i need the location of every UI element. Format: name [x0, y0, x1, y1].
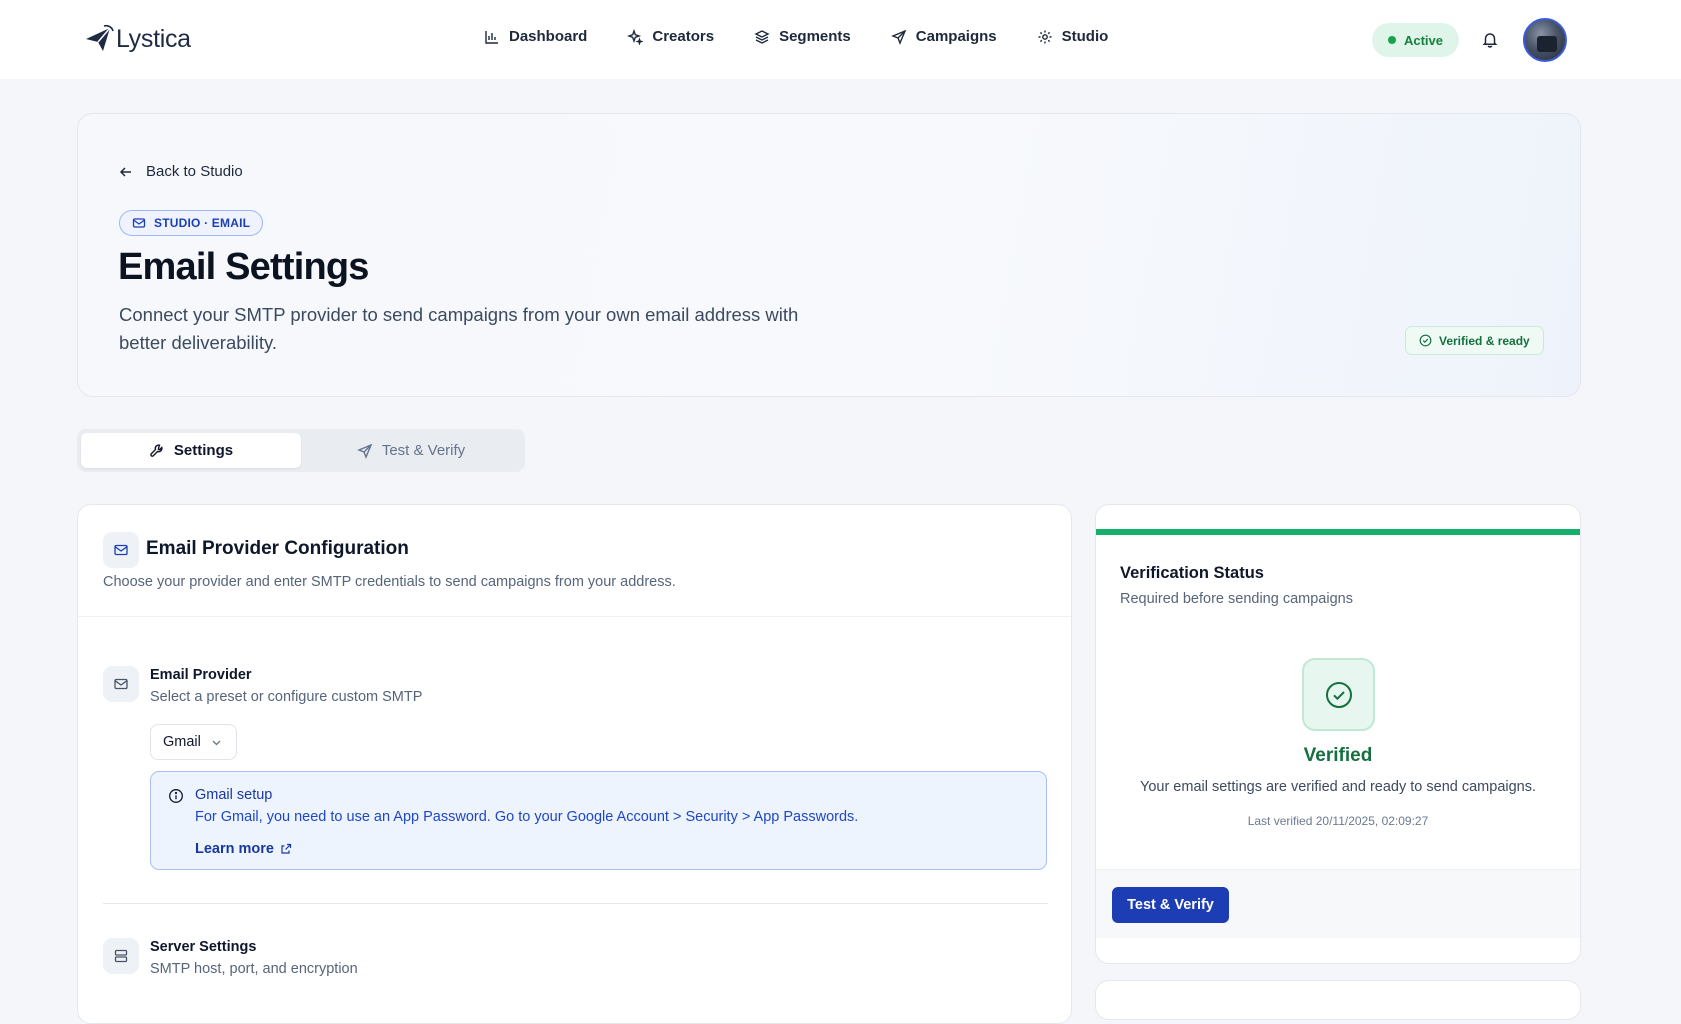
- breadcrumb-label: STUDIO · EMAIL: [154, 216, 251, 230]
- config-icon-box: [103, 532, 139, 568]
- account-status-badge: Active: [1372, 23, 1459, 57]
- provider-section-title: Email Provider: [150, 667, 252, 683]
- nav-item-label: Creators: [652, 28, 715, 45]
- brand-logo[interactable]: Lystica: [84, 24, 191, 54]
- provider-section-description: Select a preset or configure custom SMTP: [150, 689, 423, 705]
- notice-text: For Gmail, you need to use an App Passwo…: [195, 809, 859, 825]
- check-circle-icon: [1325, 681, 1352, 708]
- server-section-title: Server Settings: [150, 939, 257, 955]
- nav-item-creators[interactable]: Creators: [627, 28, 714, 45]
- settings-tabs: Settings Test & Verify: [77, 429, 525, 472]
- mail-icon: [114, 544, 128, 556]
- check-circle-icon: [1419, 334, 1432, 347]
- brand-name: Lystica: [116, 24, 191, 53]
- provider-icon-box: [103, 666, 139, 702]
- email-provider-select[interactable]: Gmail: [150, 724, 237, 760]
- learn-more-link[interactable]: Learn more: [195, 841, 292, 857]
- verified-chip-label: Verified & ready: [1439, 333, 1530, 348]
- verified-status-chip: Verified & ready: [1405, 326, 1544, 355]
- tab-settings[interactable]: Settings: [81, 433, 301, 468]
- back-link-label: Back to Studio: [146, 163, 243, 180]
- verification-state: Verified: [1303, 745, 1373, 766]
- send-icon: [890, 29, 907, 45]
- nav-item-campaigns[interactable]: Campaigns: [890, 28, 997, 45]
- external-link-icon: [281, 843, 292, 854]
- email-provider-configuration-card: Email Provider Configuration Choose your…: [77, 504, 1072, 1024]
- verification-title: Verification Status: [1120, 564, 1264, 582]
- tab-label: Test & Verify: [381, 442, 466, 459]
- status-accent-bar: [1096, 529, 1580, 535]
- paper-plane-logo-icon: [86, 24, 114, 51]
- learn-more-label: Learn more: [195, 841, 274, 857]
- gear-icon: [1038, 30, 1052, 43]
- arrow-left-icon: [119, 166, 131, 177]
- config-title: Email Provider Configuration: [146, 538, 409, 559]
- server-icon: [114, 949, 128, 963]
- config-description: Choose your provider and enter SMTP cred…: [103, 574, 676, 590]
- layers-icon: [754, 29, 770, 44]
- secondary-card: [1095, 980, 1581, 1020]
- server-icon-box: [103, 938, 139, 974]
- section-breadcrumb-badge: STUDIO · EMAIL: [119, 210, 264, 236]
- test-and-verify-button[interactable]: Test & Verify: [1112, 887, 1229, 923]
- info-icon: [169, 789, 183, 803]
- bell-icon[interactable]: [1481, 30, 1499, 48]
- nav-item-label: Segments: [779, 28, 851, 45]
- verified-badge: [1302, 658, 1375, 731]
- divider: [78, 616, 1071, 617]
- mail-icon: [132, 218, 146, 228]
- nav-item-label: Campaigns: [915, 28, 997, 45]
- chevron-down-icon: [212, 740, 221, 745]
- notice-title: Gmail setup: [195, 787, 273, 803]
- wrench-icon: [150, 443, 163, 457]
- nav-item-label: Dashboard: [509, 28, 588, 45]
- verification-message: Your email settings are verified and rea…: [1139, 779, 1537, 795]
- sparkles-icon: [627, 28, 644, 45]
- page-subtitle: Connect your SMTP provider to send campa…: [119, 304, 799, 353]
- top-navigation-bar: Lystica Dashboard Creators Segments Camp…: [0, 0, 1681, 79]
- status-dot-icon: [1387, 36, 1396, 44]
- page-title: Email Settings: [118, 246, 369, 288]
- status-label: Active: [1403, 32, 1444, 48]
- nav-item-label: Studio: [1061, 28, 1109, 45]
- divider: [103, 903, 1048, 904]
- verification-card-footer: Test & Verify: [1096, 869, 1580, 938]
- tab-label: Settings: [173, 442, 234, 459]
- last-verified-timestamp: Last verified 20/11/2025, 02:09:27: [1247, 814, 1429, 828]
- server-section-description: SMTP host, port, and encryption: [150, 961, 358, 977]
- page-header-card: Back to Studio STUDIO · EMAIL Email Sett…: [77, 113, 1581, 397]
- verification-subtitle: Required before sending campaigns: [1120, 591, 1353, 607]
- nav-item-segments[interactable]: Segments: [754, 28, 851, 45]
- back-to-studio-link[interactable]: Back to Studio: [119, 163, 243, 180]
- gmail-setup-notice: Gmail setup For Gmail, you need to use a…: [150, 771, 1047, 870]
- mail-icon: [114, 678, 128, 690]
- nav-item-dashboard[interactable]: Dashboard: [484, 28, 587, 45]
- verification-status-card: Verification Status Required before send…: [1095, 504, 1581, 964]
- user-avatar[interactable]: [1523, 18, 1567, 62]
- selected-provider: Gmail: [163, 734, 201, 750]
- tab-test-verify[interactable]: Test & Verify: [301, 433, 521, 468]
- nav-item-studio[interactable]: Studio: [1037, 28, 1109, 45]
- main-nav: Dashboard Creators Segments Campaigns St…: [484, 28, 1108, 45]
- send-icon: [356, 443, 373, 459]
- bar-chart-icon: [485, 30, 498, 44]
